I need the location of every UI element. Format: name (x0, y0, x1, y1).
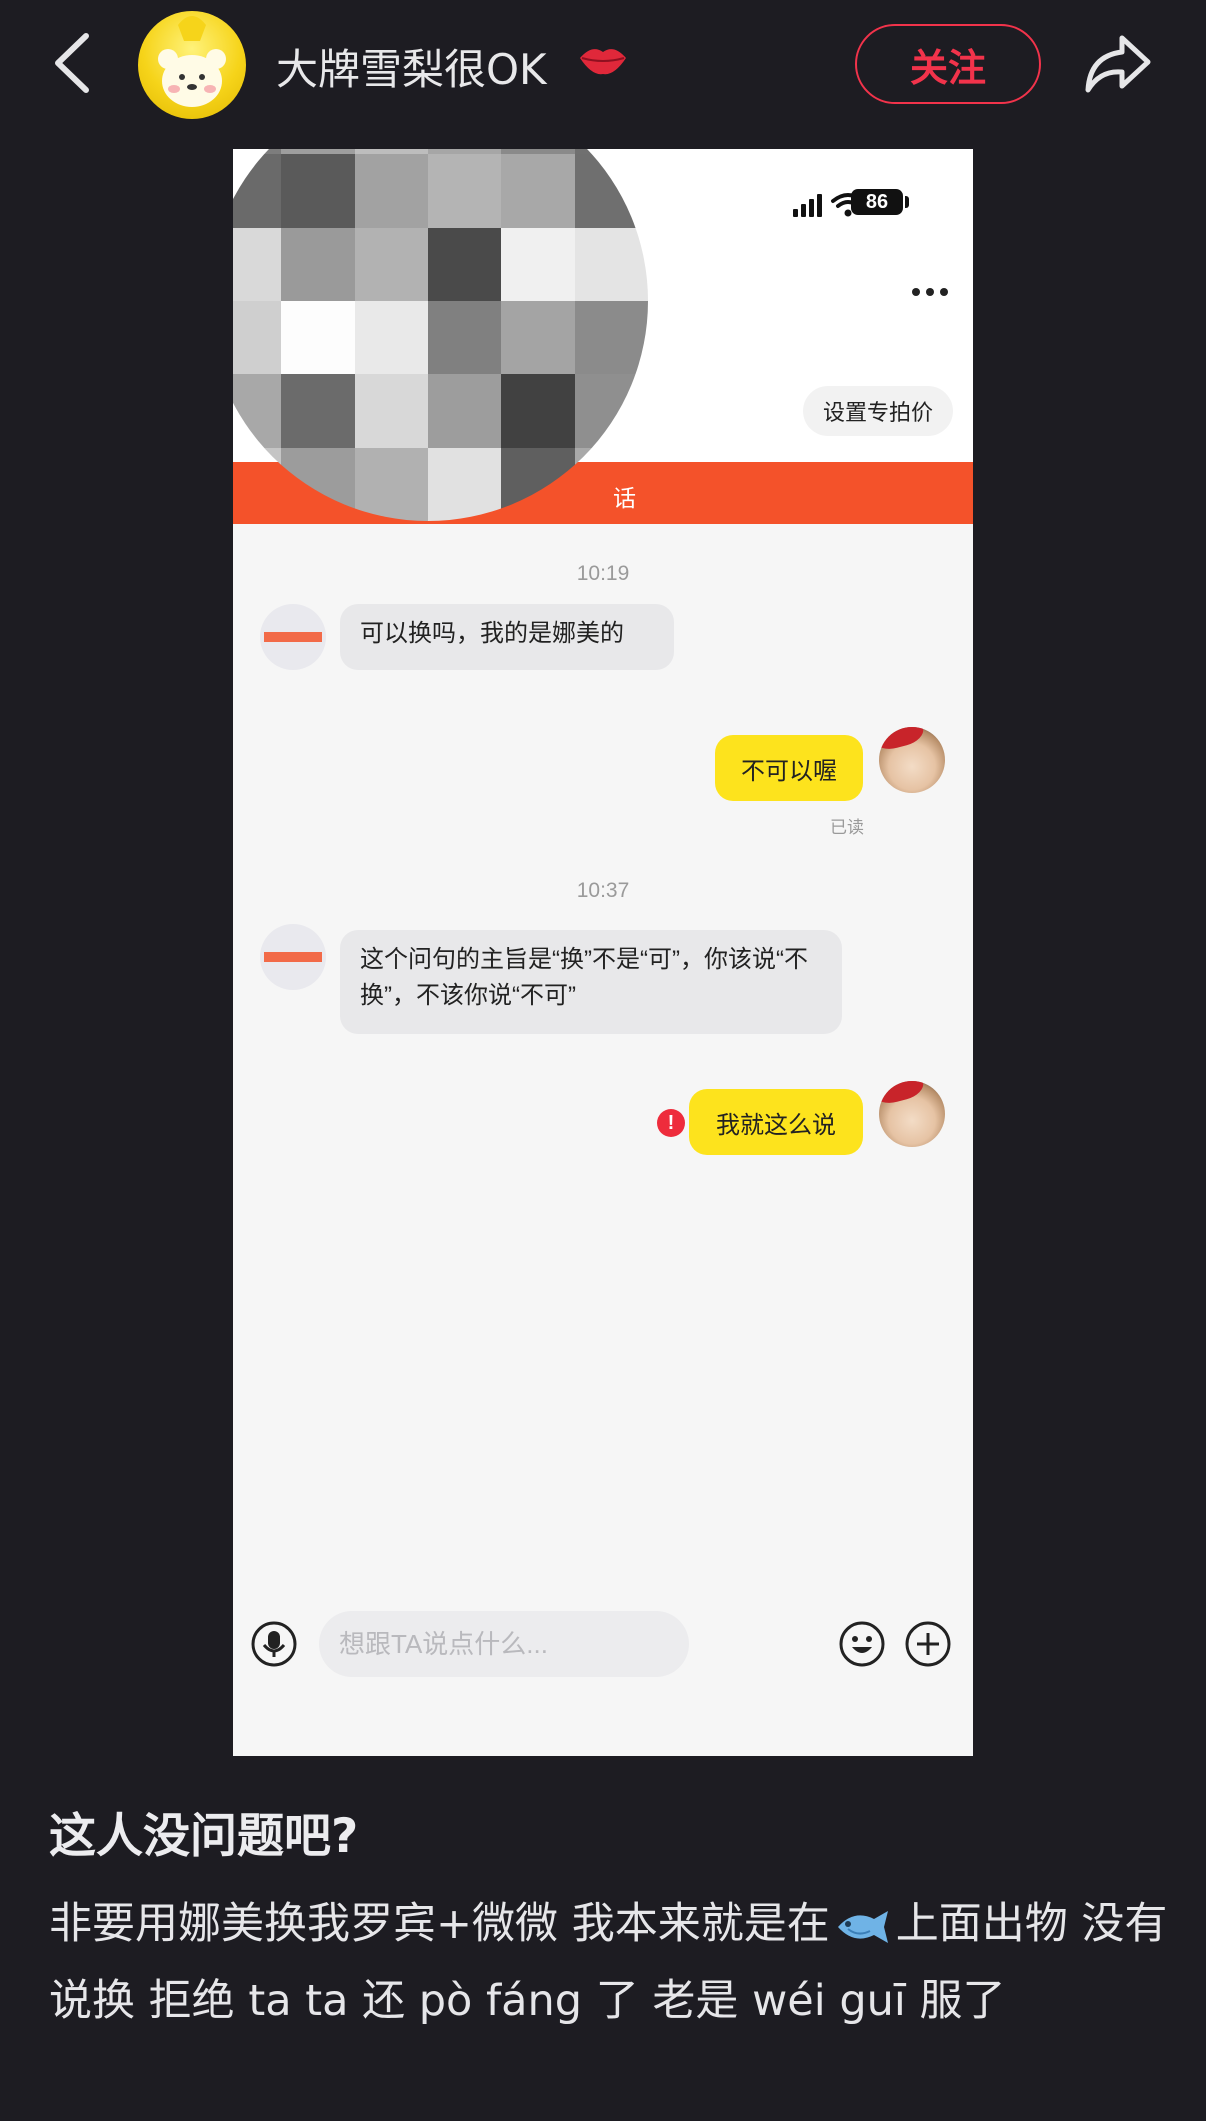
outgoing-message[interactable]: 不可以喔 (715, 735, 863, 801)
bear-mascot-icon (158, 16, 226, 107)
set-price-button[interactable]: 设置专拍价 (803, 386, 953, 436)
other-user-avatar[interactable] (260, 604, 326, 670)
avatar-stripe (264, 632, 322, 642)
self-avatar[interactable] (879, 1081, 945, 1147)
incoming-message[interactable]: 可以换吗，我的是娜美的 (340, 604, 674, 670)
self-avatar[interactable] (879, 727, 945, 793)
back-icon[interactable] (46, 30, 102, 96)
battery-indicator: 86 (851, 189, 903, 215)
fish-icon (837, 1910, 888, 1943)
message-input-bar: 想跟TA说点什么... (233, 1599, 973, 1689)
author-avatar[interactable] (138, 11, 246, 119)
send-failed-icon[interactable]: ! (657, 1109, 685, 1137)
other-user-avatar[interactable] (260, 924, 326, 990)
incoming-message[interactable]: 这个问句的主旨是“换”不是“可”，你该说“不换”，不该你说“不可” (340, 930, 842, 1034)
plus-icon[interactable] (905, 1621, 951, 1667)
more-icon[interactable] (909, 285, 951, 299)
follow-button[interactable]: 关注 (855, 24, 1041, 104)
post-body: 非要用娜美换我罗宾+微微 我本来就是在 上面出物 没有说换 拒绝 ta ta 还… (49, 1886, 1169, 2040)
microphone-icon[interactable] (251, 1621, 297, 1667)
chat-screenshot[interactable]: 86 设置专拍价 话 10:19 可以换吗，我的是娜美的 不可以喔 已读 10:… (233, 149, 973, 1756)
banner-text: 话 (613, 485, 636, 511)
emoji-icon[interactable] (839, 1621, 885, 1667)
outgoing-message[interactable]: 我就这么说 (689, 1089, 863, 1155)
chat-timestamp: 10:37 (576, 879, 630, 902)
author-name[interactable]: 大牌雪梨很OK (276, 36, 547, 97)
lips-icon (580, 49, 626, 75)
battery-tip (905, 196, 909, 208)
avatar-stripe (264, 952, 322, 962)
post-body-text: 非要用娜美换我罗宾+微微 我本来就是在 (49, 1899, 830, 1949)
top-bar: 大牌雪梨很OK 关注 (0, 0, 1206, 130)
chat-timestamp: 10:19 (576, 562, 630, 585)
post-title: 这人没问题吧? (49, 1809, 359, 1864)
read-status: 已读 (830, 818, 864, 837)
share-icon[interactable] (1082, 30, 1154, 96)
message-input[interactable]: 想跟TA说点什么... (319, 1611, 689, 1677)
